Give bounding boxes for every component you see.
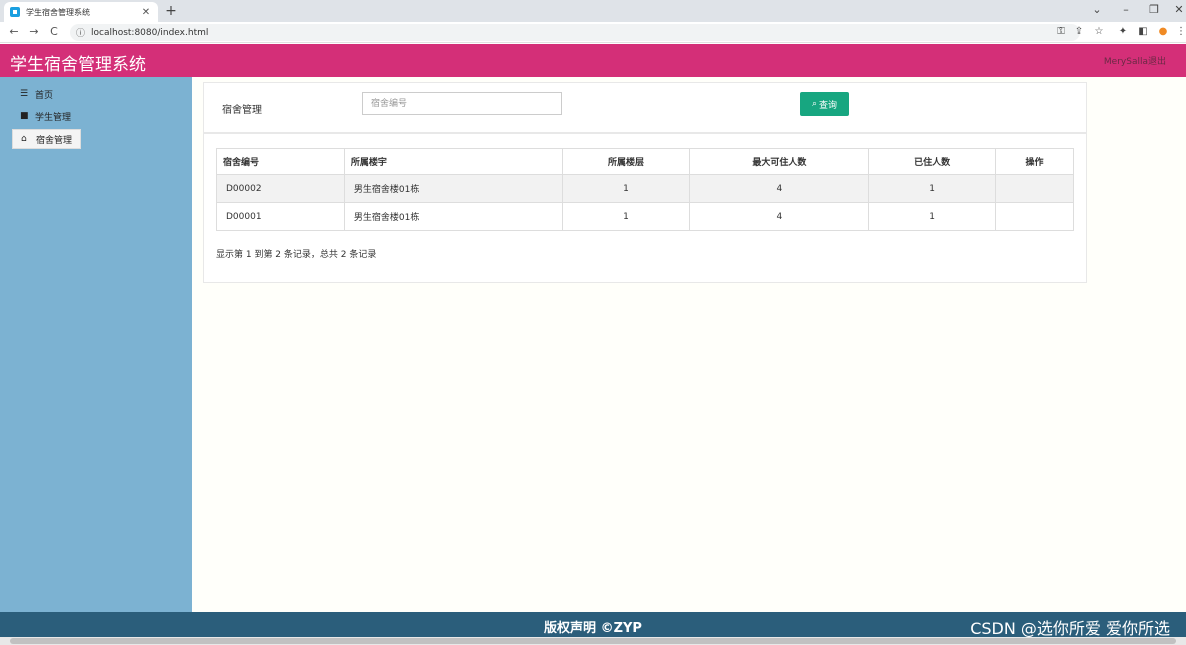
reload-button[interactable]: C: [46, 24, 62, 40]
extensions-icon[interactable]: ✦: [1116, 25, 1130, 39]
cell-building: 男生宿舍楼01栋: [343, 202, 563, 231]
book-icon: ■: [20, 111, 29, 121]
dorm-number-input[interactable]: [362, 92, 562, 115]
sidebar-item-label: 学生管理: [35, 112, 72, 123]
column-header[interactable]: 已住人数: [868, 148, 997, 175]
cell-max-capacity: 4: [689, 174, 870, 203]
sidebar-item-label: 宿舍管理: [36, 135, 73, 146]
sidebar-item-students[interactable]: ■ 学生管理: [12, 106, 79, 126]
tab-title: 学生宿舍管理系统: [26, 7, 90, 17]
url-text: localhost:8080/index.html: [91, 27, 209, 38]
key-icon[interactable]: ⚿: [1054, 25, 1068, 39]
menu-icon[interactable]: ⋮: [1176, 25, 1186, 39]
user-logout-link[interactable]: MerySalla退出: [1104, 54, 1166, 67]
cell-actions: [995, 202, 1074, 231]
back-button[interactable]: ←: [6, 24, 22, 40]
close-window-button[interactable]: ✕: [1170, 2, 1186, 18]
minimize-button[interactable]: –: [1117, 2, 1135, 18]
cell-dorm-number: D00002: [216, 174, 345, 203]
forward-button[interactable]: →: [26, 24, 42, 40]
cell-dorm-number: D00001: [216, 202, 345, 231]
search-button[interactable]: ⌕ 查询: [800, 92, 849, 116]
horizontal-scrollbar[interactable]: [0, 637, 1186, 645]
share-icon[interactable]: ⇪: [1072, 25, 1086, 39]
cell-occupied: 1: [868, 174, 997, 203]
tab-search-icon[interactable]: ⌄: [1088, 2, 1106, 18]
bookmark-star-icon[interactable]: ☆: [1092, 25, 1106, 39]
address-bar[interactable]: ⓘ localhost:8080/index.html: [70, 24, 1080, 41]
cell-actions: [995, 174, 1074, 203]
table-row[interactable]: D00002 男生宿舍楼01栋 1 4 1: [216, 174, 1074, 203]
table-panel: 宿舍编号 所属楼宇 所属楼层 最大可住人数 已住人数 操作 D00002 男生宿…: [203, 133, 1087, 283]
restore-button[interactable]: ❐: [1145, 2, 1163, 18]
column-header: 操作: [995, 148, 1074, 175]
browser-tab-bar: 学生宿舍管理系统 ✕ + ⌄ – ❐ ✕: [0, 0, 1186, 22]
column-header[interactable]: 所属楼层: [561, 148, 691, 175]
home-icon: ⌂: [21, 134, 27, 144]
info-icon[interactable]: ⓘ: [76, 26, 85, 39]
favicon-icon: [10, 7, 20, 17]
sidebar-item-label: 首页: [35, 90, 54, 101]
cell-floor: 1: [561, 174, 691, 203]
table-row[interactable]: D00001 男生宿舍楼01栋 1 4 1: [216, 202, 1074, 231]
column-header[interactable]: 宿舍编号: [216, 148, 345, 175]
tab-close-icon[interactable]: ✕: [140, 7, 152, 18]
menu-list-icon: ☰: [20, 89, 29, 99]
cell-max-capacity: 4: [689, 202, 870, 231]
sidebar-item-home[interactable]: ☰ 首页: [12, 84, 61, 104]
table-header-row: 宿舍编号 所属楼宇 所属楼层 最大可住人数 已住人数 操作: [216, 148, 1074, 175]
column-header[interactable]: 所属楼宇: [343, 148, 563, 175]
search-panel: 宿舍管理 ⌕ 查询: [203, 82, 1087, 133]
cell-floor: 1: [561, 202, 691, 231]
side-panel-icon[interactable]: ◧: [1136, 25, 1150, 39]
footer: 版权声明 ©ZYP CSDN @选你所爱 爱你所选: [0, 612, 1186, 638]
sidebar: ☰ 首页 ■ 学生管理 ⌂ 宿舍管理: [0, 77, 192, 612]
search-label: 宿舍管理: [222, 105, 262, 116]
column-header[interactable]: 最大可住人数: [689, 148, 870, 175]
app-title: 学生宿舍管理系统: [10, 55, 146, 75]
browser-tab[interactable]: 学生宿舍管理系统 ✕: [4, 2, 158, 22]
new-tab-button[interactable]: +: [164, 3, 178, 19]
dorm-table: 宿舍编号 所属楼宇 所属楼层 最大可住人数 已住人数 操作 D00002 男生宿…: [216, 148, 1074, 231]
scrollbar-thumb[interactable]: [10, 638, 1176, 644]
browser-toolbar: ← → C ⓘ localhost:8080/index.html ⚿ ⇪ ☆ …: [0, 22, 1186, 43]
cell-building: 男生宿舍楼01栋: [343, 174, 563, 203]
pagination-info: 显示第 1 到第 2 条记录，总共 2 条记录: [216, 250, 377, 260]
cell-occupied: 1: [868, 202, 997, 231]
search-icon: ⌕: [811, 99, 818, 109]
profile-icon[interactable]: ●: [1156, 25, 1170, 39]
app-header: 学生宿舍管理系统 MerySalla退出: [0, 44, 1186, 77]
watermark: CSDN @选你所爱 爱你所选: [970, 619, 1170, 638]
main-content: 宿舍管理 ⌕ 查询 宿舍编号 所属楼宇 所属楼层 最大可住人数 已住人数 操作: [192, 77, 1186, 612]
search-button-label: 查询: [819, 100, 838, 111]
sidebar-item-dorms[interactable]: ⌂ 宿舍管理: [12, 129, 82, 149]
